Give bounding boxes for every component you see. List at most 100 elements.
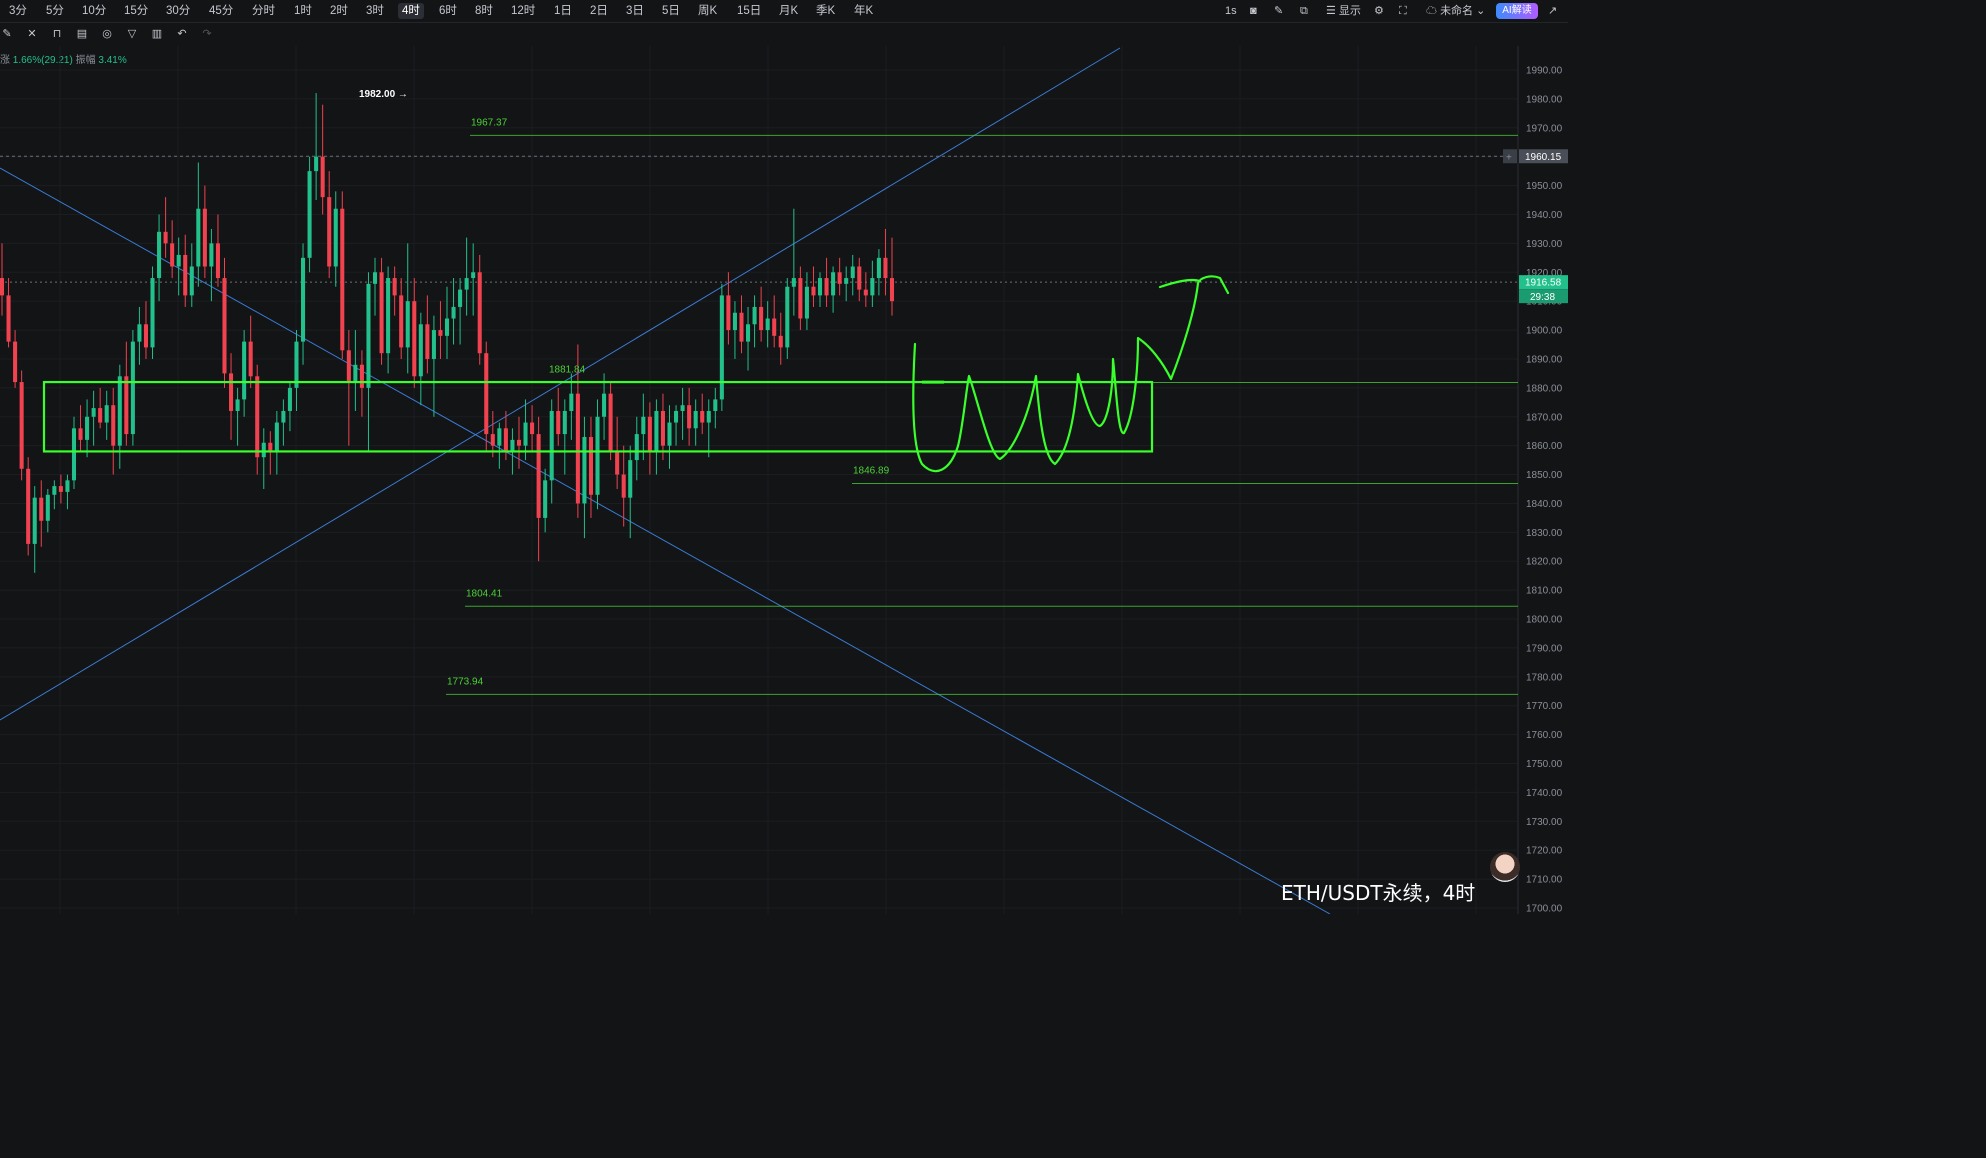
- timeframe-17[interactable]: 5日: [658, 3, 684, 19]
- candle-body: [183, 254, 188, 296]
- candle-body: [13, 341, 18, 383]
- timeframe-0[interactable]: 3分: [5, 3, 31, 19]
- candle-body: [124, 376, 129, 435]
- price-level-label: 1967.37: [471, 117, 508, 128]
- timeframe-10[interactable]: 4时: [398, 3, 424, 19]
- timeframe-8[interactable]: 2时: [326, 3, 352, 19]
- trash-icon[interactable]: ▥: [150, 27, 164, 41]
- price-tick-label: 1980.00: [1526, 94, 1563, 105]
- last-price-label: 1916.58: [1525, 278, 1562, 289]
- countdown-label: 29:38: [1530, 292, 1555, 303]
- price-tick-label: 1800.00: [1526, 615, 1563, 626]
- timeframe-9[interactable]: 3时: [362, 3, 388, 19]
- timeframe-13[interactable]: 12时: [507, 3, 539, 19]
- timeframe-5[interactable]: 45分: [205, 3, 237, 19]
- candle-body: [785, 286, 790, 348]
- layout-menu[interactable]: ☁ 未命名 ⌄: [1426, 3, 1485, 19]
- fullscreen-icon[interactable]: ⛶: [1399, 3, 1407, 19]
- candle-body: [307, 171, 312, 258]
- candle-body: [261, 442, 266, 458]
- candle-body: [431, 330, 436, 359]
- price-tick-label: 1930.00: [1526, 239, 1563, 250]
- candle-body: [170, 243, 175, 267]
- pen-icon[interactable]: ✎: [0, 27, 14, 41]
- price-chart[interactable]: 1990.001980.001970.001960.001950.001940.…: [0, 46, 1568, 914]
- candle-body: [706, 410, 711, 423]
- candle-body: [523, 422, 528, 446]
- candle-body: [582, 436, 587, 504]
- candle-body: [850, 266, 855, 279]
- candle-body: [569, 393, 574, 411]
- timeframe-22[interactable]: 年K: [850, 3, 877, 19]
- candle-body: [229, 373, 234, 411]
- timeframe-7[interactable]: 1时: [290, 3, 316, 19]
- candle-body: [615, 451, 620, 475]
- price-level-label: 1881.84: [549, 365, 586, 376]
- assistant-avatar[interactable]: [1490, 852, 1520, 882]
- timeframe-16[interactable]: 3日: [622, 3, 648, 19]
- timeframe-12[interactable]: 8时: [471, 3, 497, 19]
- candle-body: [366, 283, 371, 388]
- candle-body: [857, 266, 862, 290]
- timeframe-14[interactable]: 1日: [550, 3, 576, 19]
- trend-icon[interactable]: ↗: [1548, 3, 1557, 19]
- camera-icon[interactable]: ◙: [1250, 3, 1257, 19]
- price-tick-label: 1810.00: [1526, 586, 1563, 597]
- candle-body: [621, 474, 626, 498]
- candle-body: [111, 405, 116, 446]
- magnet-icon[interactable]: ◎: [100, 27, 114, 41]
- candle-body: [824, 278, 829, 296]
- popout-icon[interactable]: ⧉: [1300, 3, 1308, 19]
- crossed-tool-icon[interactable]: ✕: [25, 27, 39, 41]
- undo-icon[interactable]: ↶: [175, 27, 189, 41]
- timeframe-3[interactable]: 15分: [120, 3, 152, 19]
- candle-body: [719, 295, 724, 400]
- candle-body: [386, 278, 391, 354]
- candle-body: [359, 364, 364, 388]
- candle-body: [543, 480, 548, 518]
- timeframe-1[interactable]: 5分: [42, 3, 68, 19]
- price-tick-label: 1870.00: [1526, 412, 1563, 423]
- candle-body: [759, 306, 764, 331]
- timeframe-19[interactable]: 15日: [733, 3, 765, 19]
- price-tick-label: 1790.00: [1526, 643, 1563, 654]
- candle-body: [693, 410, 698, 429]
- price-tick-label: 1750.00: [1526, 759, 1563, 770]
- timeframe-6[interactable]: 分时: [248, 3, 279, 19]
- timeframe-21[interactable]: 季K: [812, 3, 839, 19]
- price-tick-label: 1990.00: [1526, 66, 1563, 77]
- settings-icon[interactable]: ⚙: [1374, 3, 1384, 19]
- interval-selector[interactable]: 1s: [1225, 3, 1237, 19]
- candle-body: [752, 306, 757, 325]
- candle-body: [379, 272, 384, 354]
- timeframe-20[interactable]: 月K: [775, 3, 802, 19]
- candle-body: [687, 405, 692, 429]
- ai-analysis-button[interactable]: AI解读: [1496, 3, 1538, 19]
- display-menu[interactable]: ☰ 显示: [1326, 3, 1361, 19]
- filter-icon[interactable]: ▽: [125, 27, 139, 41]
- redo-icon[interactable]: ↷: [200, 27, 214, 41]
- candle-body: [647, 416, 652, 452]
- timeframe-11[interactable]: 6时: [435, 3, 461, 19]
- price-tick-label: 1720.00: [1526, 846, 1563, 857]
- template-icon[interactable]: ▤: [75, 27, 89, 41]
- candle-body: [248, 341, 253, 377]
- candle-body: [562, 410, 567, 435]
- candle-body: [281, 410, 286, 423]
- lock-icon[interactable]: ⊓: [50, 27, 64, 41]
- candle-body: [0, 278, 5, 296]
- candle-body: [595, 416, 600, 495]
- timeframe-15[interactable]: 2日: [586, 3, 612, 19]
- timeframe-18[interactable]: 周K: [694, 3, 721, 19]
- candle-body: [26, 468, 31, 544]
- timeframe-2[interactable]: 10分: [78, 3, 110, 19]
- candle-body: [425, 324, 430, 359]
- candle-body: [634, 434, 639, 461]
- timeframe-4[interactable]: 30分: [162, 3, 194, 19]
- candle-body: [209, 243, 214, 267]
- candle-body: [418, 324, 423, 377]
- candle-body: [798, 278, 803, 319]
- pencil-icon[interactable]: ✎: [1274, 3, 1283, 19]
- candle-body: [65, 480, 70, 492]
- price-tick-label: 1740.00: [1526, 788, 1563, 799]
